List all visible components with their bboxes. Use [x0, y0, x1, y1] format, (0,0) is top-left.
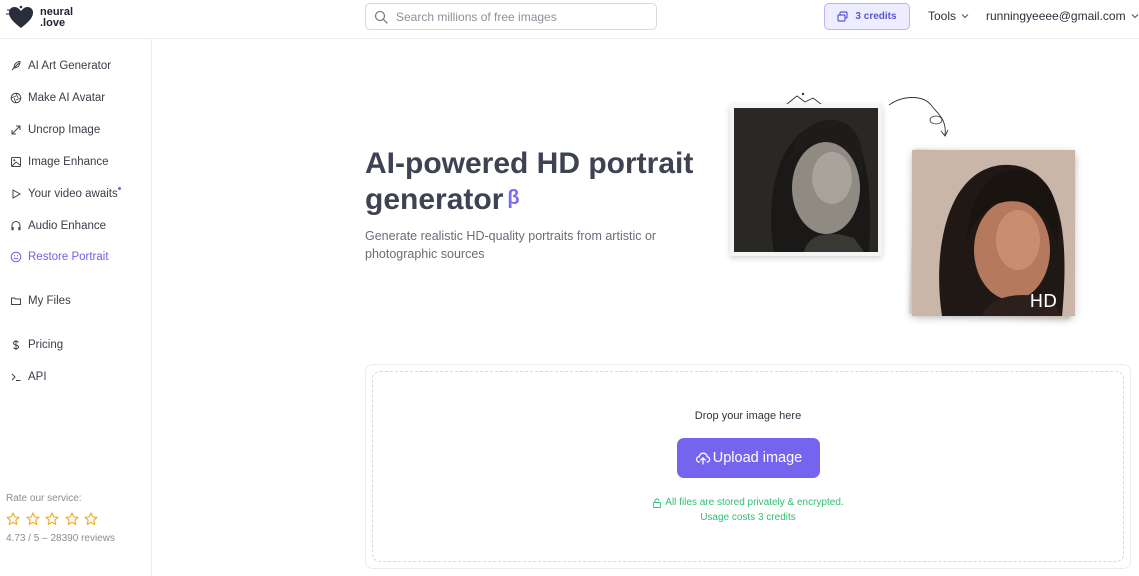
star-icon[interactable]	[6, 512, 20, 526]
search-bar[interactable]	[365, 3, 657, 30]
rate-label: Rate our service:	[6, 493, 82, 504]
terminal-icon	[11, 373, 21, 381]
credits-button[interactable]: 3 credits	[824, 3, 910, 30]
usage-cost-text: Usage costs 3 credits	[700, 512, 796, 523]
sidebar-item-audio-enhance[interactable]: Audio Enhance	[10, 220, 106, 232]
sidebar-item-label: Your video awaits	[28, 188, 118, 200]
star-icon[interactable]	[64, 512, 79, 526]
notification-dot	[118, 187, 121, 190]
star-rating[interactable]	[6, 512, 104, 526]
title-line2: generator	[365, 183, 504, 216]
image-icon	[11, 157, 21, 167]
privacy-note: All files are stored privately & encrypt…	[373, 497, 1123, 508]
upload-panel: Drop your image here Upload image All fi…	[365, 364, 1131, 569]
grayscale-portrait-image	[734, 108, 878, 252]
tools-menu[interactable]: Tools	[928, 9, 969, 23]
headphones-icon	[11, 220, 21, 231]
aperture-icon	[10, 92, 22, 104]
title-line1: AI-powered HD portrait	[365, 147, 694, 180]
sidebar-item-pricing[interactable]: Pricing	[10, 339, 63, 351]
page-title: AI-powered HD portrait generator β	[365, 146, 735, 218]
sidebar-item-label: Restore Portrait	[28, 251, 109, 263]
hd-label: HD	[1029, 291, 1057, 312]
sidebar-item-uncrop-image[interactable]: Uncrop Image	[10, 124, 100, 136]
chevron-down-icon	[1131, 14, 1138, 19]
sidebar-item-label: Image Enhance	[28, 156, 109, 168]
sidebar-item-make-ai-avatar[interactable]: Make AI Avatar	[10, 92, 105, 104]
privacy-text: All files are stored privately & encrypt…	[665, 497, 844, 508]
sidebar-item-label: Uncrop Image	[28, 124, 101, 136]
curved-arrow-icon	[888, 97, 949, 137]
search-input[interactable]	[396, 9, 636, 24]
coins-icon	[837, 11, 849, 22]
sidebar-item-label: My Files	[28, 295, 71, 307]
original-portrait-photo	[730, 104, 882, 256]
chevron-down-icon	[961, 14, 969, 19]
heart-logo-icon	[6, 5, 33, 28]
star-icon[interactable]	[84, 512, 98, 526]
star-icon[interactable]	[45, 512, 59, 526]
page-subtitle: Generate realistic HD-quality portraits …	[365, 229, 657, 261]
sidebar-item-my-files[interactable]: My Files	[10, 295, 71, 307]
sidebar-item-ai-art-generator[interactable]: AI Art Generator	[10, 60, 111, 72]
sidebar-item-label: Audio Enhance	[28, 220, 107, 232]
sidebar: AI Art Generator Make AI Avatar Uncrop I…	[0, 39, 152, 576]
tools-label: Tools	[928, 9, 957, 23]
sidebar-item-restore-portrait[interactable]: Restore Portrait	[10, 251, 109, 263]
logo[interactable]: neural .love	[6, 4, 73, 30]
feather-icon	[11, 60, 21, 71]
logo-text: neural .love	[40, 7, 73, 29]
account-menu[interactable]: runningyeeee@gmail.com	[986, 9, 1139, 23]
folder-icon	[11, 297, 21, 305]
lock-icon	[653, 498, 662, 508]
sidebar-item-your-video-awaits[interactable]: Your video awaits	[10, 188, 118, 200]
star-icon[interactable]	[25, 512, 40, 526]
upload-button-label: Upload image	[712, 450, 803, 466]
beta-badge: β	[507, 187, 520, 209]
sidebar-item-label: AI Art Generator	[28, 60, 112, 72]
sidebar-item-image-enhance[interactable]: Image Enhance	[10, 156, 109, 168]
play-icon	[12, 189, 22, 199]
sidebar-item-label: API	[28, 371, 47, 383]
sidebar-item-label: Pricing	[28, 339, 64, 351]
portrait-illustration	[734, 108, 878, 252]
drop-text: Drop your image here	[694, 410, 802, 422]
dollar-icon	[12, 340, 20, 350]
account-email: runningyeeee@gmail.com	[986, 9, 1126, 23]
reviews-summary: 4.73 / 5 – 28390 reviews	[6, 533, 115, 544]
hd-portrait-photo: HD	[912, 150, 1075, 316]
sidebar-item-api[interactable]: API	[10, 371, 47, 383]
smile-icon	[10, 251, 22, 263]
search-icon	[374, 10, 388, 24]
dropzone[interactable]: Drop your image here Upload image All fi…	[372, 371, 1124, 562]
logo-line2: .love	[40, 17, 66, 29]
expand-icon	[11, 125, 21, 135]
cloud-upload-icon	[695, 452, 711, 465]
credits-label: 3 credits	[855, 11, 897, 22]
sidebar-item-label: Make AI Avatar	[28, 92, 106, 104]
top-header: neural .love 3 credits Tools runningyeee…	[0, 0, 1139, 39]
upload-image-button[interactable]: Upload image	[677, 438, 820, 478]
